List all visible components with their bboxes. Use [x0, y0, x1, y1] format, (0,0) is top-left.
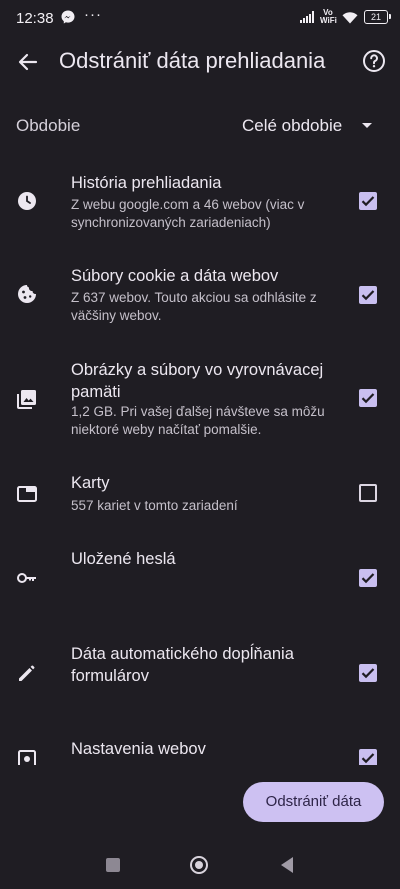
- checkbox-cached-images[interactable]: [359, 389, 377, 407]
- option-title: Obrázky a súbory vo vyrovnávacej pamäti: [71, 361, 324, 401]
- site-settings-icon: [18, 750, 36, 765]
- more-notifications-icon: ···: [84, 6, 102, 23]
- dropdown-arrow-icon[interactable]: [362, 123, 372, 128]
- checkbox-browsing-history[interactable]: [359, 192, 377, 210]
- option-tabs[interactable]: Karty 557 kariet v tomto zariadení: [0, 472, 400, 518]
- option-title: Súbory cookie a dáta webov: [71, 267, 279, 285]
- page-title: Odstrániť dáta prehliadania: [59, 48, 326, 73]
- help-icon[interactable]: [362, 49, 386, 73]
- nav-back-icon[interactable]: [281, 857, 293, 873]
- images-icon: [17, 390, 36, 409]
- back-arrow-icon[interactable]: [14, 48, 42, 76]
- status-time: 12:38: [16, 10, 54, 27]
- navigation-bar: [0, 842, 400, 889]
- cookie-icon: [18, 285, 36, 303]
- status-bar: 12:38 ··· Vo WiFi 21: [0, 0, 400, 38]
- option-cookies[interactable]: Súbory cookie a dáta webov Z 637 webov. …: [0, 265, 400, 329]
- wifi-icon: [342, 11, 358, 23]
- signal-icon: [300, 11, 314, 23]
- checkbox-cookies[interactable]: [359, 286, 377, 304]
- option-autofill[interactable]: Dáta automatického dopĺňania formulárov: [0, 643, 400, 693]
- option-cached-images[interactable]: Obrázky a súbory vo vyrovnávacej pamäti …: [0, 359, 400, 441]
- key-icon: [17, 573, 36, 583]
- checkbox-tabs[interactable]: [359, 484, 377, 502]
- option-subtitle: 557 kariet v tomto zariadení: [71, 498, 238, 513]
- home-icon[interactable]: [190, 856, 208, 874]
- tab-icon: [17, 486, 37, 502]
- period-label: Obdobie: [16, 116, 81, 135]
- option-title: Nastavenia webov: [71, 740, 206, 758]
- messenger-icon: [61, 10, 75, 24]
- battery-icon: 21: [364, 10, 391, 24]
- option-title: Karty: [71, 474, 110, 492]
- option-title: Dáta automatického dopĺňania formulárov: [71, 645, 294, 685]
- option-site-settings[interactable]: Nastavenia webov: [0, 738, 400, 765]
- checkbox-site-settings[interactable]: [359, 749, 377, 765]
- option-title: História prehliadania: [71, 174, 222, 192]
- option-subtitle: 1,2 GB. Pri vašej ďalšej návšteve sa môž…: [71, 404, 325, 437]
- period-dropdown[interactable]: Celé obdobie: [242, 116, 342, 136]
- option-title: Uložené heslá: [71, 550, 176, 568]
- checkbox-autofill[interactable]: [359, 664, 377, 682]
- checkbox-saved-passwords[interactable]: [359, 569, 377, 587]
- vowifi-label: Vo WiFi: [320, 8, 337, 25]
- delete-data-button[interactable]: Odstrániť dáta: [243, 782, 384, 822]
- period-row: Obdobie Celé obdobie: [0, 104, 400, 148]
- clock-icon: [18, 192, 36, 210]
- status-indicators: Vo WiFi 21: [300, 8, 391, 25]
- app-bar: Odstrániť dáta prehliadania: [0, 38, 400, 86]
- pencil-icon: [19, 665, 35, 681]
- option-subtitle: Z 637 webov. Touto akciou sa odhlásite z…: [71, 290, 317, 323]
- option-subtitle: Z webu google.com a 46 webov (viac v syn…: [71, 197, 305, 230]
- option-saved-passwords[interactable]: Uložené heslá: [0, 548, 400, 598]
- recent-apps-icon[interactable]: [106, 858, 120, 872]
- option-browsing-history[interactable]: História prehliadania Z webu google.com …: [0, 172, 400, 236]
